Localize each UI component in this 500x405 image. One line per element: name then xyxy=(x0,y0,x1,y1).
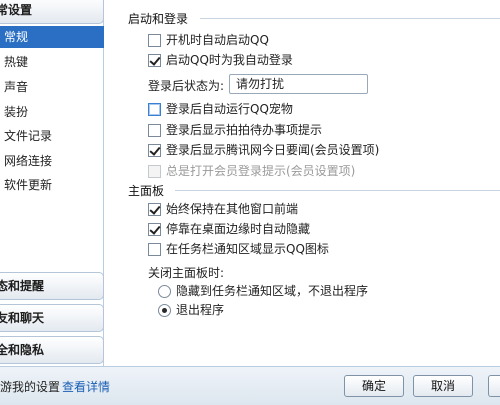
auto-start-checkbox[interactable] xyxy=(148,33,161,47)
dialog-bottom-bar: 游我的设置 查看详情 确定 取消 xyxy=(0,366,500,405)
login-status-select[interactable]: 请勿打扰 xyxy=(229,74,368,94)
login-section-divider xyxy=(200,18,500,19)
roam-details-link[interactable]: 查看详情 xyxy=(62,378,110,395)
cancel-button[interactable]: 取消 xyxy=(413,375,473,397)
close-hide-option[interactable]: 隐藏到任务栏通知区域，不退出程序 xyxy=(158,282,368,300)
sidebar-item-network[interactable]: 网络连接 xyxy=(0,150,104,172)
sidebar-item-file-record[interactable]: 文件记录 xyxy=(0,125,104,147)
close-hide-radio[interactable] xyxy=(158,284,171,298)
close-exit-label: 退出程序 xyxy=(176,303,225,317)
sidebar-category-chat[interactable]: 友和聊天 xyxy=(0,304,104,332)
auto-login-option[interactable]: 启动QQ时为我自动登录 xyxy=(148,51,293,69)
always-top-checkbox[interactable] xyxy=(148,202,161,216)
show-news-option[interactable]: 登录后显示腾讯网今日要闻(会员设置项) xyxy=(148,141,379,159)
auto-start-option[interactable]: 开机时自动启动QQ xyxy=(148,31,269,49)
sidebar-category-basic[interactable]: 常设置 xyxy=(0,0,104,24)
close-exit-radio[interactable] xyxy=(158,303,171,317)
show-memo-label: 登录后显示拍拍待办事项提示 xyxy=(166,123,323,137)
member-tip-option: 总是打开会员登录提示(会员设置项) xyxy=(148,162,355,180)
auto-hide-checkbox[interactable] xyxy=(148,222,161,236)
sidebar-category-privacy[interactable]: 全和隐私 xyxy=(0,336,104,364)
apply-button[interactable] xyxy=(488,375,500,397)
show-memo-option[interactable]: 登录后显示拍拍待办事项提示 xyxy=(148,121,322,139)
member-tip-checkbox xyxy=(148,164,161,178)
roam-settings-label: 游我的设置 xyxy=(0,380,61,394)
tray-icon-label: 在任务栏通知区域显示QQ图标 xyxy=(166,242,329,256)
ok-button[interactable]: 确定 xyxy=(344,375,404,397)
sidebar-item-hotkey[interactable]: 热键 xyxy=(0,51,104,73)
show-news-label: 登录后显示腾讯网今日要闻(会员设置项) xyxy=(166,143,380,157)
login-status-label: 登录后状态为: xyxy=(148,79,225,93)
sidebar-item-skin[interactable]: 装扮 xyxy=(0,101,104,123)
auto-pet-label: 登录后自动运行QQ宠物 xyxy=(166,102,293,116)
sidebar-category-status[interactable]: 态和提醒 xyxy=(0,272,104,300)
auto-hide-option[interactable]: 停靠在桌面边缘时自动隐藏 xyxy=(148,220,310,238)
tray-icon-checkbox[interactable] xyxy=(148,242,161,256)
auto-login-label: 启动QQ时为我自动登录 xyxy=(166,53,293,67)
close-hide-label: 隐藏到任务栏通知区域，不退出程序 xyxy=(176,284,369,298)
sidebar-item-general[interactable]: 常规 xyxy=(0,26,104,48)
auto-hide-label: 停靠在桌面边缘时自动隐藏 xyxy=(166,222,311,236)
login-section-title: 启动和登录 xyxy=(128,12,189,26)
settings-sidebar: 常设置 常规 热键 声音 装扮 文件记录 网络连接 软件更新 态和提醒 友和聊天… xyxy=(0,0,104,366)
auto-pet-checkbox[interactable] xyxy=(148,102,161,116)
close-panel-label: 关闭主面板时: xyxy=(148,266,225,280)
member-tip-label: 总是打开会员登录提示(会员设置项) xyxy=(166,164,356,178)
close-exit-option[interactable]: 退出程序 xyxy=(158,301,224,319)
main-panel-section-title: 主面板 xyxy=(128,184,165,198)
sidebar-item-update[interactable]: 软件更新 xyxy=(0,174,104,196)
main-panel-section-divider xyxy=(175,190,500,191)
tray-icon-option[interactable]: 在任务栏通知区域显示QQ图标 xyxy=(148,240,329,258)
auto-start-label: 开机时自动启动QQ xyxy=(166,33,269,47)
show-memo-checkbox[interactable] xyxy=(148,123,161,137)
show-news-checkbox[interactable] xyxy=(148,143,161,157)
auto-login-checkbox[interactable] xyxy=(148,53,161,67)
always-top-option[interactable]: 始终保持在其他窗口前端 xyxy=(148,200,298,218)
auto-pet-option[interactable]: 登录后自动运行QQ宠物 xyxy=(148,100,293,118)
sidebar-item-sound[interactable]: 声音 xyxy=(0,76,104,98)
always-top-label: 始终保持在其他窗口前端 xyxy=(166,202,299,216)
